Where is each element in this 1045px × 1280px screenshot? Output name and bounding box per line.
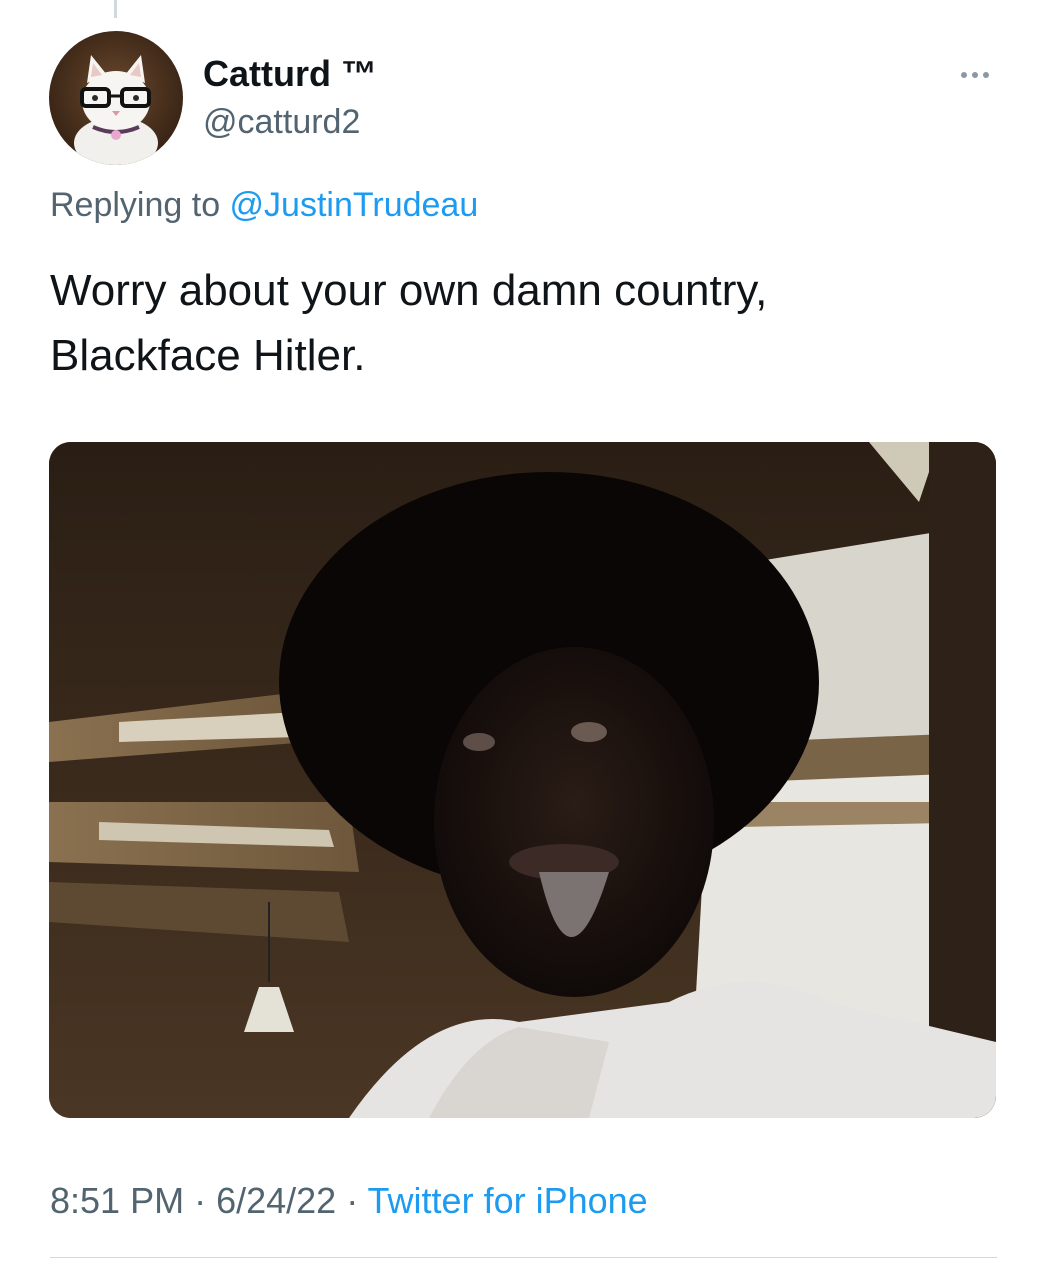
photo-of-person-in-dark-makeup (49, 442, 996, 1118)
meta-separator: · (336, 1180, 368, 1221)
tweet-meta: 8:51 PM · 6/24/22 · Twitter for iPhone (50, 1180, 648, 1222)
divider (50, 1257, 997, 1258)
more-dots-icon (972, 72, 978, 78)
more-dots-icon (983, 72, 989, 78)
replying-to-line: Replying to @JustinTrudeau (50, 186, 478, 225)
thread-connector-line (114, 0, 117, 18)
reply-mention-link[interactable]: @JustinTrudeau (230, 186, 479, 224)
tweet-text-line: Blackface Hitler. (50, 331, 366, 380)
meta-separator: · (184, 1180, 217, 1221)
cat-avatar-icon (74, 55, 158, 165)
tweet-time[interactable]: 8:51 PM (50, 1180, 184, 1221)
avatar[interactable] (49, 31, 183, 165)
tweet-text-line: Worry about your own damn country, (50, 266, 768, 315)
tweet-source-link[interactable]: Twitter for iPhone (368, 1180, 648, 1221)
author-display-name[interactable]: Catturd ™ (203, 53, 377, 95)
more-dots-icon (961, 72, 967, 78)
tweet-media-image[interactable] (49, 442, 996, 1118)
more-options-button[interactable] (952, 60, 998, 90)
author-handle[interactable]: @catturd2 (203, 103, 360, 142)
tweet-date[interactable]: 6/24/22 (216, 1180, 336, 1221)
replying-to-label: Replying to (50, 186, 230, 224)
tweet-text: Worry about your own damn country, Black… (50, 258, 1000, 388)
